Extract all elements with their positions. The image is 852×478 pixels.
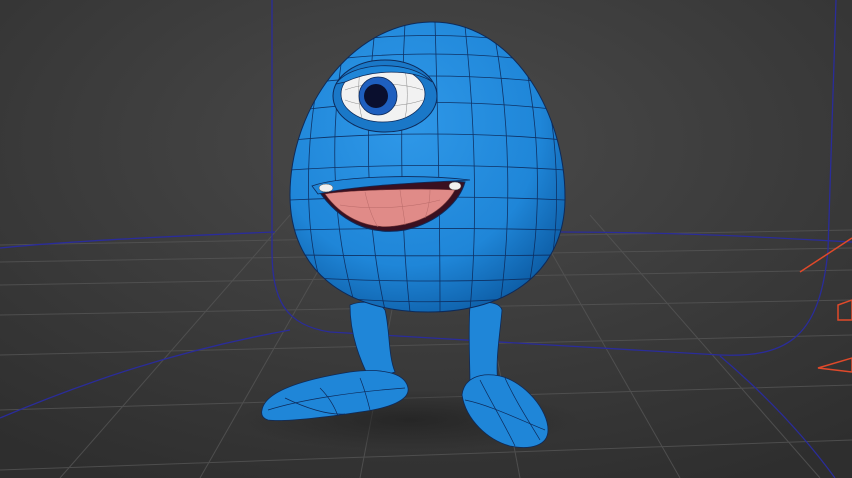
character-eye[interactable] bbox=[332, 59, 438, 133]
tooth-left bbox=[318, 183, 334, 193]
3d-viewport[interactable] bbox=[0, 0, 852, 478]
viewport-canvas[interactable] bbox=[0, 0, 852, 478]
tooth-right bbox=[448, 181, 462, 191]
eye-pupil bbox=[364, 84, 388, 108]
